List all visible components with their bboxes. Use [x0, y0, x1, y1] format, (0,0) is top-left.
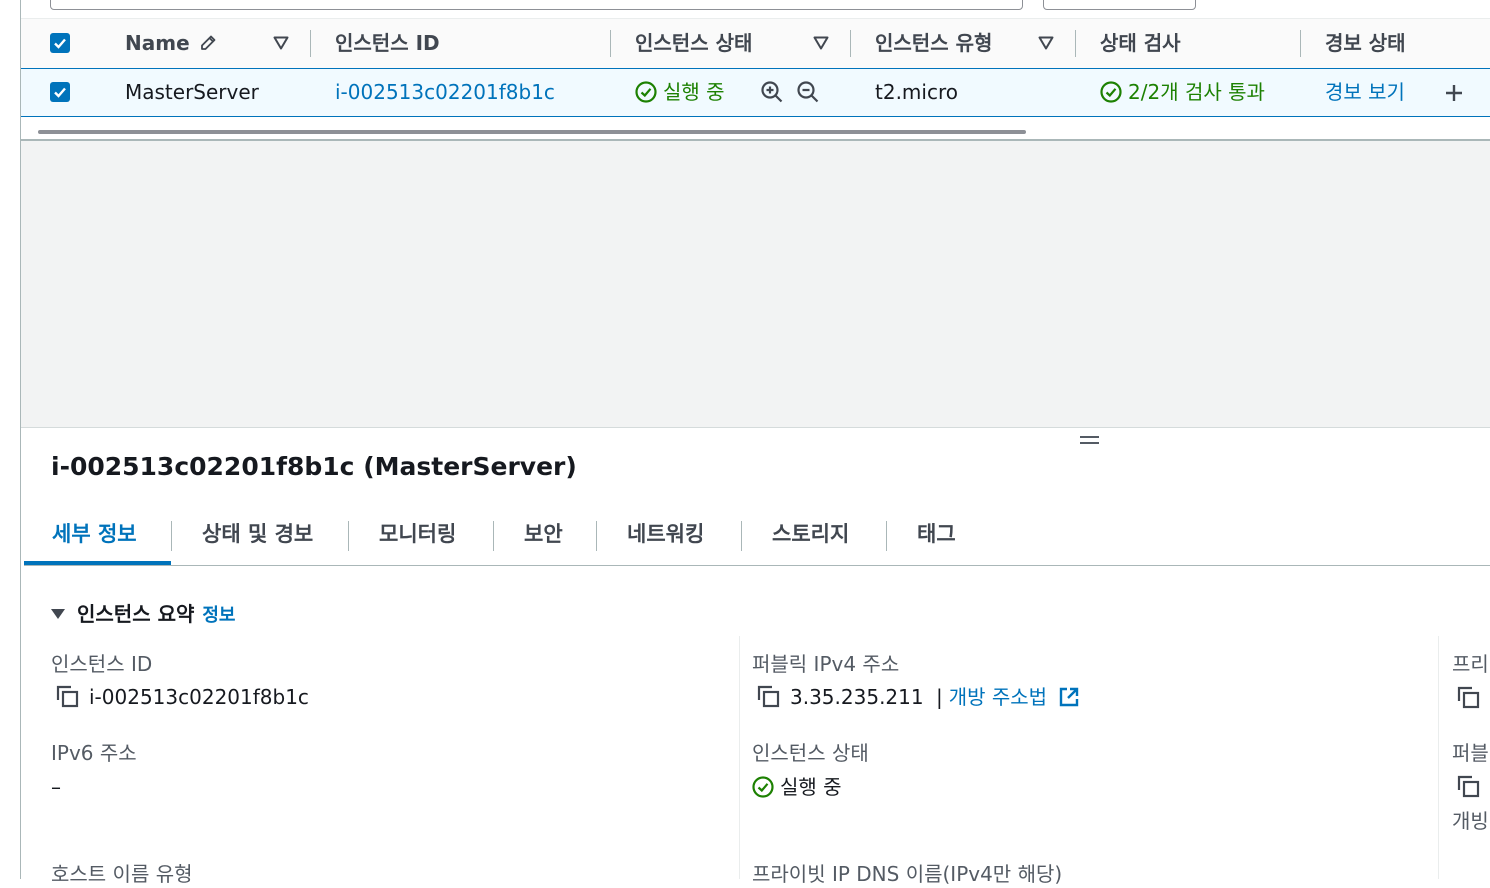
open-address-link[interactable]: 개방 주소법	[949, 685, 1047, 709]
column-separator	[850, 30, 851, 57]
edit-pencil-icon[interactable]	[197, 32, 219, 54]
copy-icon[interactable]	[1456, 774, 1482, 800]
filter-type-icon[interactable]	[1038, 35, 1054, 51]
table-row[interactable]: MasterServer i-002513c02201f8b1c 실행 중 t2…	[21, 68, 1490, 117]
instance-id-value: i-002513c02201f8b1c	[55, 683, 309, 712]
zoom-out-icon[interactable]	[796, 80, 820, 104]
info-link[interactable]: 정보	[202, 605, 235, 626]
tab-separator	[886, 521, 887, 551]
instance-id-label: 인스턴스 ID	[51, 652, 153, 676]
col3-label-2: 퍼블	[1452, 741, 1489, 765]
row-name: MasterServer	[125, 80, 259, 104]
detail-tabs: 세부 정보 상태 및 경보 모니터링 보안 네트워킹 스토리지 태그	[24, 513, 1490, 566]
success-check-circle-icon	[752, 775, 774, 798]
add-alarm-plus-icon[interactable]	[1443, 82, 1465, 104]
ipv6-label: IPv6 주소	[51, 741, 137, 765]
column-separator	[310, 30, 311, 57]
state-filter-select[interactable]	[1043, 0, 1196, 10]
table-header: Name 인스턴스 ID 인스턴스 상태 인스턴스 유형 상태 검사 경보 상태	[21, 18, 1490, 69]
detail-panel-title: i-002513c02201f8b1c (MasterServer)	[51, 452, 577, 481]
public-ipv4-label: 퍼블릭 IPv4 주소	[752, 652, 900, 676]
col3-link[interactable]: 개빙	[1452, 807, 1489, 835]
check-icon	[54, 87, 66, 98]
select-all-checkbox[interactable]	[50, 33, 70, 53]
row-status-check-text: 2/2개 검사 통과	[1128, 80, 1265, 104]
check-icon	[54, 38, 66, 49]
instance-id-text: i-002513c02201f8b1c	[89, 685, 309, 709]
zoom-in-icon[interactable]	[760, 80, 784, 104]
active-tab-indicator	[24, 561, 171, 565]
column-separator	[1300, 30, 1301, 57]
tab-separator	[171, 521, 172, 551]
success-check-circle-icon	[1100, 80, 1122, 103]
tab-separator	[348, 521, 349, 551]
column-header-instance-type[interactable]: 인스턴스 유형	[875, 19, 992, 68]
column-separator	[1075, 30, 1076, 57]
filter-state-icon[interactable]	[813, 35, 829, 51]
copy-icon[interactable]	[1456, 685, 1482, 711]
row-instance-state-text: 실행 중	[663, 80, 725, 104]
tab-details[interactable]: 세부 정보	[52, 513, 137, 563]
copy-icon[interactable]	[756, 684, 782, 710]
filter-name-icon[interactable]	[273, 35, 289, 51]
column-header-instance-id-label: 인스턴스 ID	[335, 31, 440, 55]
instance-state-text: 실행 중	[780, 775, 842, 799]
private-dns-label: 프라이빗 IP DNS 이름(IPv4만 해당)	[752, 862, 1063, 886]
search-input[interactable]	[50, 0, 1023, 10]
drag-handle-line	[1080, 436, 1099, 438]
column-header-instance-id[interactable]: 인스턴스 ID	[335, 19, 440, 68]
row-view-alarms-link[interactable]: 경보 보기	[1325, 69, 1405, 116]
public-ipv4-separator: |	[935, 685, 943, 709]
column-header-instance-state[interactable]: 인스턴스 상태	[635, 19, 752, 68]
tab-tags[interactable]: 태그	[917, 513, 956, 563]
column-header-name[interactable]: Name	[125, 19, 219, 68]
ipv6-value: –	[51, 775, 61, 799]
instance-summary-header[interactable]: 인스턴스 요약 정보	[51, 600, 236, 630]
column-divider	[739, 636, 740, 879]
column-separator	[610, 30, 611, 57]
instance-state-label: 인스턴스 상태	[752, 741, 869, 765]
tab-monitoring[interactable]: 모니터링	[379, 513, 456, 563]
left-border	[20, 0, 21, 879]
row-instance-type: t2.micro	[875, 80, 958, 104]
success-check-circle-icon	[635, 80, 657, 103]
public-ipv4-text: 3.35.235.211	[790, 685, 924, 709]
column-header-status-check-label: 상태 검사	[1100, 31, 1181, 55]
instance-state-value: 실행 중	[752, 773, 842, 801]
tab-security[interactable]: 보안	[524, 513, 563, 563]
empty-table-area	[21, 139, 1490, 428]
column-header-status-check[interactable]: 상태 검사	[1100, 19, 1181, 68]
column-header-alarm-status[interactable]: 경보 상태	[1325, 19, 1406, 68]
tab-separator	[741, 521, 742, 551]
split-panel-drag-handle[interactable]	[1080, 435, 1100, 447]
column-header-instance-state-label: 인스턴스 상태	[635, 31, 753, 55]
copy-icon[interactable]	[55, 684, 81, 710]
tab-networking[interactable]: 네트워킹	[627, 513, 704, 563]
caret-down-icon	[51, 609, 65, 619]
column-header-instance-type-label: 인스턴스 유형	[875, 31, 993, 55]
row-status-check: 2/2개 검사 통과	[1100, 69, 1265, 116]
column-header-alarm-status-label: 경보 상태	[1325, 31, 1406, 55]
instance-summary-title: 인스턴스 요약	[77, 602, 195, 626]
row-instance-id-link[interactable]: i-002513c02201f8b1c	[335, 69, 555, 116]
tab-separator	[596, 521, 597, 551]
external-link-icon[interactable]	[1057, 685, 1081, 709]
tab-storage[interactable]: 스토리지	[772, 513, 849, 563]
col3-label-1: 프리	[1452, 652, 1489, 676]
hostname-type-label: 호스트 이름 유형	[51, 862, 193, 886]
row-checkbox[interactable]	[50, 82, 70, 102]
row-instance-state: 실행 중	[635, 69, 725, 116]
tab-status-alarms[interactable]: 상태 및 경보	[202, 513, 313, 563]
drag-handle-line	[1080, 442, 1099, 444]
column-divider	[1438, 636, 1439, 879]
tab-separator	[493, 521, 494, 551]
public-ipv4-value: 3.35.235.211 | 개방 주소법	[756, 683, 1081, 712]
column-header-name-label: Name	[125, 31, 190, 55]
horizontal-scrollbar[interactable]	[38, 130, 1026, 134]
